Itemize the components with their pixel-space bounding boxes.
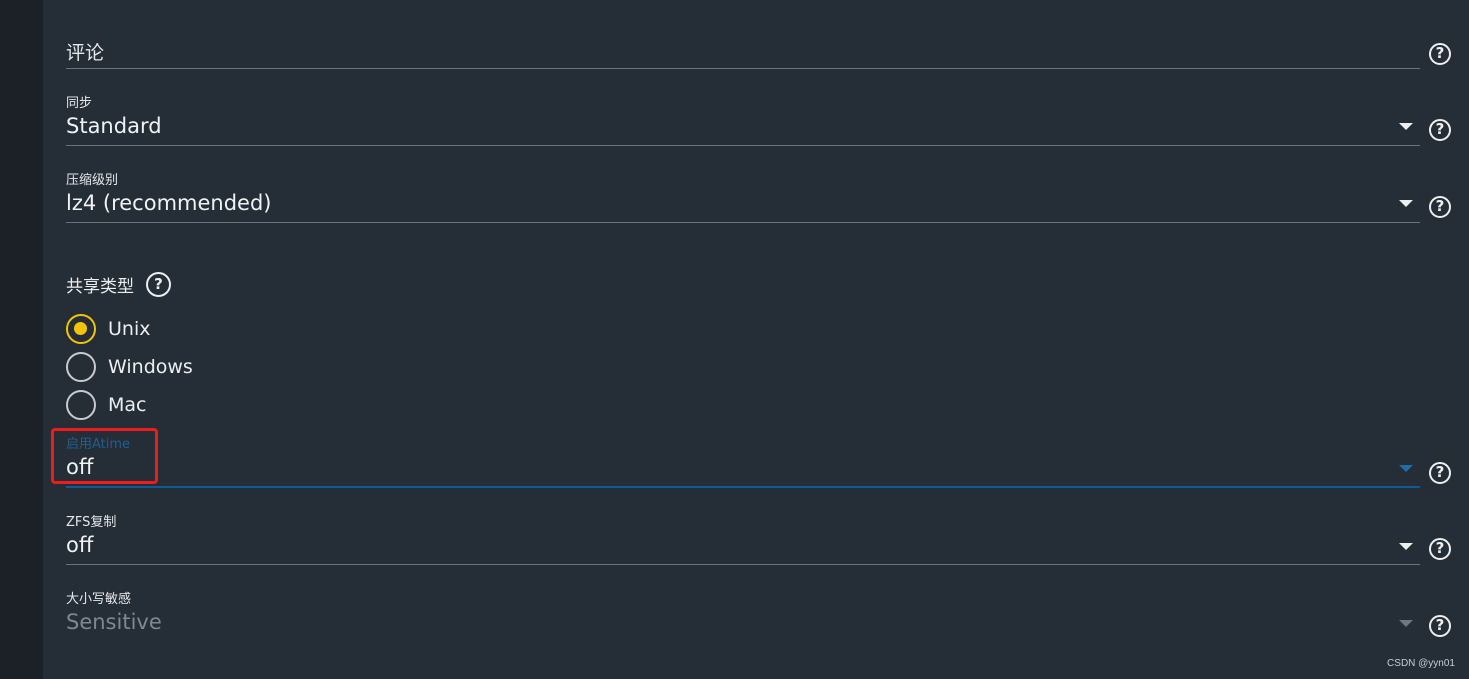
atime-chevron-down-icon[interactable] bbox=[1399, 465, 1413, 472]
radio-unix-checked-icon[interactable] bbox=[66, 314, 96, 344]
zfs-dedup-help-icon[interactable]: ? bbox=[1429, 538, 1451, 560]
share-type-title: 共享类型 bbox=[66, 277, 134, 297]
radio-unix-label: Unix bbox=[108, 318, 151, 340]
atime-underline bbox=[66, 486, 1420, 488]
left-rail bbox=[0, 0, 43, 679]
zfs-dedup-value: off bbox=[66, 533, 94, 557]
watermark: CSDN @yyn01 bbox=[1387, 658, 1455, 669]
compression-label: 压缩级别 bbox=[66, 173, 119, 188]
zfs-dedup-underline bbox=[66, 564, 1420, 565]
atime-help-icon[interactable]: ? bbox=[1429, 462, 1451, 484]
radio-mac-label: Mac bbox=[108, 394, 147, 416]
case-sensitivity-chevron-down-icon bbox=[1399, 620, 1413, 627]
case-sensitivity-label: 大小写敏感 bbox=[66, 592, 132, 607]
annotation-highlight-box bbox=[51, 428, 158, 484]
share-type-help-icon[interactable]: ? bbox=[146, 272, 171, 297]
radio-option-windows[interactable]: Windows bbox=[66, 351, 193, 383]
radio-windows-icon[interactable] bbox=[66, 352, 96, 382]
sync-value: Standard bbox=[66, 114, 162, 138]
form-panel bbox=[43, 0, 1469, 679]
sync-chevron-down-icon[interactable] bbox=[1399, 123, 1413, 130]
radio-dot bbox=[74, 322, 87, 335]
comment-label: 评论 bbox=[66, 42, 105, 64]
sync-help-icon[interactable]: ? bbox=[1429, 119, 1451, 141]
zfs-dedup-chevron-down-icon[interactable] bbox=[1399, 543, 1413, 550]
sync-underline bbox=[66, 145, 1420, 146]
compression-help-icon[interactable]: ? bbox=[1429, 196, 1451, 218]
radio-mac-icon[interactable] bbox=[66, 390, 96, 420]
compression-value: lz4 (recommended) bbox=[66, 191, 272, 215]
comment-underline bbox=[66, 68, 1420, 69]
case-sensitivity-value: Sensitive bbox=[66, 610, 162, 634]
case-sensitivity-help-icon[interactable]: ? bbox=[1429, 615, 1451, 637]
compression-chevron-down-icon[interactable] bbox=[1399, 200, 1413, 207]
comment-help-icon[interactable]: ? bbox=[1429, 43, 1451, 65]
radio-windows-label: Windows bbox=[108, 356, 193, 378]
radio-option-unix[interactable]: Unix bbox=[66, 313, 150, 345]
zfs-dedup-label: ZFS复制 bbox=[66, 515, 117, 530]
radio-option-mac[interactable]: Mac bbox=[66, 389, 146, 421]
sync-label: 同步 bbox=[66, 96, 93, 111]
compression-underline bbox=[66, 222, 1420, 223]
